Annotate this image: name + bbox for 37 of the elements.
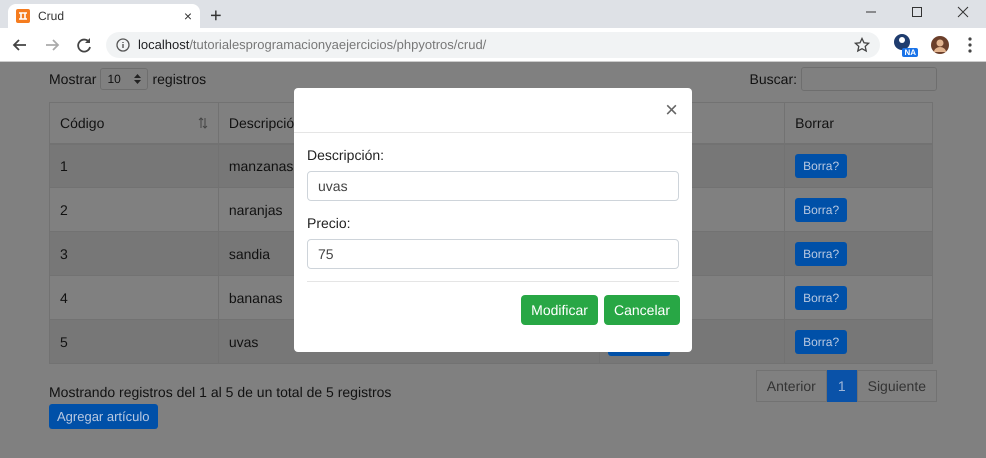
dialog-button[interactable]: Modificar	[521, 295, 598, 325]
records-label: registros	[152, 71, 206, 87]
field-label: Descripción:	[307, 147, 386, 163]
url-text: localhost/tutorialesprogramacionyaejercicios/phpyotros/crud/	[138, 37, 488, 52]
info-icon	[116, 38, 130, 52]
input-field[interactable]: 75	[307, 239, 679, 269]
add-button[interactable]: Agregar artículo	[49, 404, 158, 429]
page-button[interactable]: Anterior	[756, 370, 827, 402]
delete-button[interactable]: Borra?	[795, 242, 848, 266]
sort-icon[interactable]	[198, 116, 208, 129]
field-label: Precio:	[307, 215, 352, 231]
page-size-select[interactable]: 10	[100, 68, 148, 90]
table-cell: 1	[50, 144, 218, 188]
address-bar[interactable]: localhost/tutorialesprogramacionyaejercicios/phpyotros/crud/	[106, 32, 880, 58]
new-tab-button[interactable]: +	[210, 6, 222, 26]
app-icon	[16, 9, 30, 23]
search-label: Buscar:	[750, 71, 797, 87]
delete-button[interactable]: Borra?	[795, 154, 848, 178]
close-button[interactable]: ×	[665, 99, 678, 121]
page-button[interactable]: 1	[826, 370, 857, 402]
table-cell: 5	[50, 320, 218, 364]
extension-badge: NA	[902, 48, 918, 56]
show-label: Mostrar	[49, 71, 96, 87]
page-button[interactable]: Siguiente	[856, 370, 937, 402]
dialog-button[interactable]: Cancelar	[604, 295, 680, 325]
close-tab-button[interactable]: ×	[184, 9, 192, 23]
input-field[interactable]: uvas	[307, 171, 679, 201]
star-icon[interactable]	[854, 36, 870, 52]
delete-button[interactable]: Borra?	[795, 286, 848, 310]
tab-title: Crud	[38, 9, 66, 23]
table-cell: 3	[50, 232, 218, 276]
info-text: Mostrando registros del 1 al 5 de un total de 5 registros	[49, 384, 392, 400]
delete-button[interactable]: Borra?	[795, 198, 848, 222]
avatar-icon[interactable]	[930, 34, 950, 54]
sort-arrows-icon	[134, 74, 142, 84]
browser-tab[interactable]: Crud ×	[8, 4, 200, 28]
delete-button[interactable]: Borra?	[795, 330, 848, 354]
